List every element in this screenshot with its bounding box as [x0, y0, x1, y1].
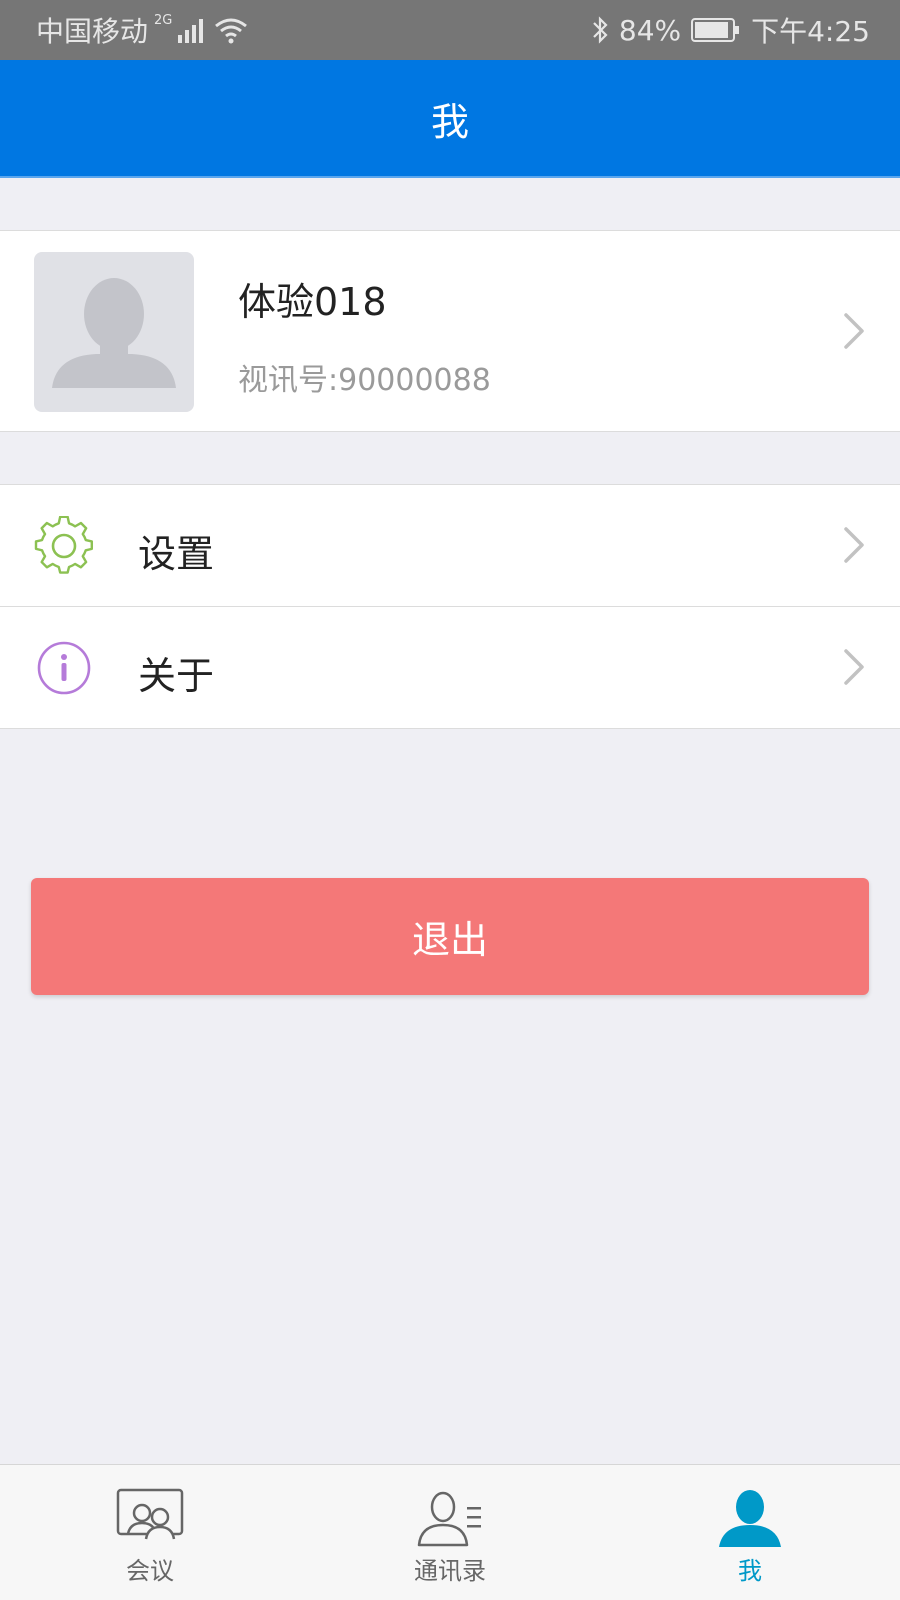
chevron-right-icon	[844, 649, 864, 685]
menu-item-settings[interactable]: 设置	[0, 485, 900, 606]
page-title: 我	[430, 99, 469, 144]
battery-percent: 84%	[618, 13, 682, 47]
status-left: 中国移动 2G	[36, 0, 248, 60]
battery-icon	[691, 18, 740, 42]
status-right: 84% 下午4:25	[591, 0, 870, 60]
default-avatar-icon	[52, 278, 176, 388]
profile-name: 体验018	[238, 280, 387, 324]
menu-item-label: 关于	[138, 654, 215, 698]
menu-item-about[interactable]: 关于	[0, 606, 900, 728]
contacts-icon	[417, 1491, 481, 1547]
person-icon	[719, 1490, 781, 1547]
wifi-icon	[215, 18, 248, 44]
logout-button[interactable]: 退出	[31, 878, 869, 995]
tab-contacts[interactable]: 通讯录	[300, 1465, 600, 1600]
profile-card[interactable]: 体验018 视讯号:90000088	[0, 230, 900, 432]
menu-group: 设置 关于	[0, 484, 900, 729]
tab-label: 会议	[126, 1557, 174, 1585]
avatar	[34, 252, 194, 412]
tab-bar: 会议 通讯录 我	[0, 1464, 900, 1600]
info-icon	[37, 641, 91, 695]
app-header: 我	[0, 60, 900, 178]
signal-icon	[178, 19, 204, 43]
tab-label: 通讯录	[414, 1557, 486, 1585]
gear-icon	[34, 516, 94, 574]
status-bar: 中国移动 2G 84% 下午4:25	[0, 0, 900, 60]
chevron-right-icon	[844, 313, 864, 349]
tab-me[interactable]: 我	[600, 1465, 900, 1600]
carrier-name: 中国移动	[36, 15, 149, 48]
chevron-right-icon	[844, 527, 864, 563]
tab-label: 我	[738, 1557, 762, 1585]
meeting-icon	[116, 1488, 184, 1540]
tab-meeting[interactable]: 会议	[0, 1465, 300, 1600]
clock: 下午4:25	[751, 15, 870, 48]
profile-id: 视讯号:90000088	[238, 363, 491, 398]
bluetooth-icon	[593, 16, 608, 44]
network-type: 2G	[154, 12, 173, 28]
menu-item-label: 设置	[138, 532, 215, 576]
